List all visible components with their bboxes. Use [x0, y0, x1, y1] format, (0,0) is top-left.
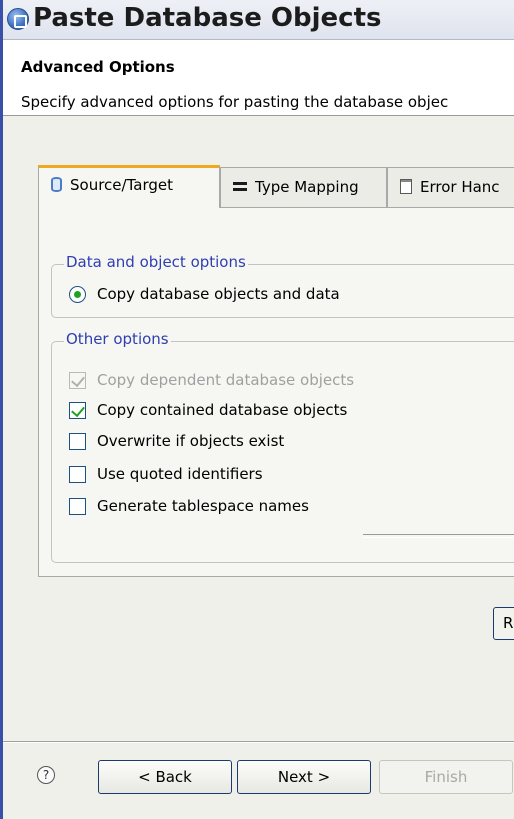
option-label: Overwrite if objects exist — [97, 432, 285, 450]
wizard-body: Source/Target Type Mapping Error Hanc Da… — [3, 117, 514, 757]
help-icon[interactable]: ? — [37, 766, 55, 784]
app-icon — [7, 8, 29, 30]
option-label: Copy dependent database objects — [97, 371, 355, 389]
checkbox[interactable] — [69, 498, 86, 515]
tab-label: Error Hanc — [420, 178, 500, 196]
page-title: Advanced Options — [21, 58, 175, 76]
tab-label: Type Mapping — [255, 178, 359, 196]
next-button[interactable]: Next > — [237, 760, 371, 794]
table-icon — [233, 182, 247, 194]
option-label: Use quoted identifiers — [97, 465, 263, 483]
page-icon — [400, 179, 412, 194]
group-legend: Other options — [64, 330, 171, 348]
option-label: Copy database objects and data — [97, 285, 340, 303]
paste-database-objects-dialog: Paste Database Objects Advanced Options … — [0, 0, 514, 819]
window-title: Paste Database Objects — [33, 3, 382, 33]
option-label: Copy contained database objects — [97, 401, 348, 419]
restore-defaults-button[interactable]: R — [493, 607, 514, 640]
title-bar[interactable]: Paste Database Objects — [3, 0, 514, 40]
tab-label: Source/Target — [70, 176, 173, 194]
database-icon — [51, 177, 62, 192]
back-button[interactable]: < Back — [98, 760, 232, 794]
page-description: Specify advanced options for pasting the… — [21, 93, 449, 111]
checkbox[interactable] — [69, 433, 86, 450]
checkbox — [69, 372, 86, 389]
option-label: Generate tablespace names — [97, 497, 309, 515]
radio-button[interactable] — [69, 286, 86, 303]
panel-divider — [363, 534, 514, 538]
group-legend: Data and object options — [64, 253, 248, 271]
finish-button: Finish — [379, 760, 513, 794]
header-panel: Advanced Options Specify advanced option… — [3, 40, 514, 116]
tab-type-mapping[interactable]: Type Mapping — [220, 167, 387, 208]
tab-error-handling[interactable]: Error Hanc — [387, 167, 514, 208]
checkbox[interactable] — [69, 466, 86, 483]
checkbox[interactable] — [69, 402, 86, 419]
footer-separator — [3, 741, 514, 743]
tab-source-target[interactable]: Source/Target — [38, 165, 220, 208]
